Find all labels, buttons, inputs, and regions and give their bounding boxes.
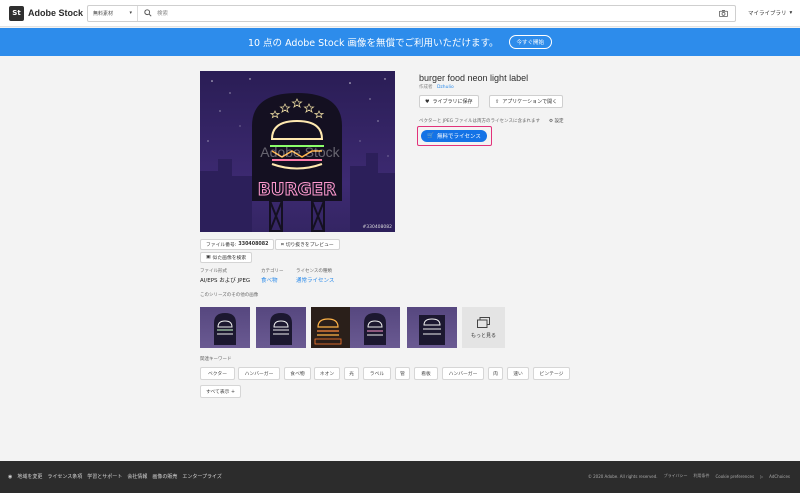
crop-icon: ⌗	[281, 242, 284, 248]
logo-badge: St	[9, 5, 24, 21]
cart-icon: 🛒	[427, 133, 434, 139]
logo-text: Adobe Stock	[28, 8, 84, 18]
search-scope-dropdown[interactable]: 無料素材 ▾	[88, 5, 138, 21]
asset-preview-image[interactable]: BURGER Adobe Stock #330408082	[200, 71, 395, 232]
footer-link[interactable]: ライセンス条項	[47, 473, 82, 480]
watermark: Adobe Stock	[260, 144, 340, 160]
series-thumbnail[interactable]	[350, 307, 400, 348]
footer-link[interactable]: 会社情報	[127, 473, 147, 480]
keyword-tag[interactable]: 肉	[488, 367, 503, 380]
keyword-tag[interactable]: ハンバーガー	[442, 367, 484, 380]
category-label: カテゴリー	[261, 269, 284, 274]
save-to-library-button[interactable]: ♥ ライブラリに保存	[419, 95, 479, 108]
footer-link[interactable]: 画像の販売	[152, 473, 177, 480]
adchoices-link[interactable]: AdChoices	[769, 474, 790, 479]
save-to-library-label: ライブラリに保存	[432, 99, 473, 105]
camera-icon[interactable]	[719, 9, 728, 17]
license-free-button[interactable]: 🛒 無料でライセンス	[421, 130, 487, 142]
series-thumbnail[interactable]	[407, 307, 457, 348]
keyword-tag[interactable]: ビンテージ	[533, 367, 570, 380]
find-similar-button[interactable]: ▣ 似た画像を検索	[200, 252, 253, 263]
see-more-button[interactable]: もっと見る	[462, 307, 505, 348]
keyword-tag[interactable]: ラベル	[363, 367, 391, 380]
series-thumbnail[interactable]	[200, 307, 250, 348]
adchoices-icon: ▷	[760, 473, 764, 479]
search-icon	[144, 9, 152, 17]
gallery-icon	[477, 316, 490, 328]
footer-links: ◉ 地域を変更 ライセンス条項 学習とサポート 会社情報 画像の販売 エンタープ…	[8, 473, 222, 481]
format-label: ファイル形式	[200, 269, 227, 274]
privacy-link[interactable]: プライバシー	[664, 473, 688, 479]
my-library-label: マイライブラリ	[748, 11, 787, 17]
file-number-chip: ファイル番号: 330408082	[200, 239, 275, 250]
keywords-label: 関連キーワード	[200, 357, 232, 362]
series-label: このシリーズのその他の画像	[200, 293, 259, 298]
globe-icon: ◉	[8, 473, 13, 480]
format-value: AI/EPS および JPEG	[200, 278, 251, 284]
burger-sign-text: BURGER	[258, 180, 337, 200]
author-link[interactable]: Dzhulio	[437, 85, 454, 90]
top-bar: St Adobe Stock 無料素材 ▾ 検索 マイライブラリ ▾	[0, 0, 800, 27]
keyword-tag[interactable]: 食べ物	[284, 367, 311, 380]
open-in-app-label: アプリケーションで開く	[502, 99, 558, 105]
see-more-label: もっと見る	[470, 332, 496, 339]
preview-crop-label: 切り抜きをプレビュー	[285, 243, 334, 248]
license-free-label: 無料でライセンス	[436, 134, 481, 140]
footer: ◉ 地域を変更 ライセンス条項 学習とサポート 会社情報 画像の販売 エンタープ…	[0, 461, 800, 493]
show-all-keywords-button[interactable]: すべて表示 +	[200, 385, 241, 398]
terms-link[interactable]: 利用条件	[694, 473, 710, 479]
banner-text: 10 点の Adobe Stock 画像を無償でご利用いただけます。	[247, 38, 499, 49]
asset-title: burger food neon light label	[419, 73, 529, 83]
search-scope-label: 無料素材	[93, 10, 114, 17]
keyword-tag[interactable]: ベクター	[200, 367, 235, 380]
keyword-tag[interactable]: ネオン	[314, 367, 340, 380]
keyword-tag[interactable]: ハンバーガー	[238, 367, 280, 380]
file-number-value: 330408082	[238, 242, 269, 247]
cookie-link[interactable]: Cookie preferences	[716, 474, 755, 479]
search-bar: 無料素材 ▾ 検索	[87, 4, 736, 22]
footer-link[interactable]: エンタープライズ	[182, 473, 222, 480]
settings-label: 設定	[554, 119, 564, 124]
open-app-icon: ⇪	[495, 98, 500, 105]
license-note: ベクターと JPEG ファイルは両方のライセンスに含まれます	[419, 119, 540, 124]
heart-icon: ♥	[425, 98, 430, 105]
footer-legal: © 2020 Adobe. All rights reserved. プライバシ…	[588, 473, 790, 479]
promo-banner: 10 点の Adobe Stock 画像を無償でご利用いただけます。 今すぐ開始	[0, 28, 800, 56]
find-similar-label: 似た画像を検索	[212, 256, 247, 261]
file-id-overlay: #330408082	[362, 225, 392, 230]
settings-link[interactable]: ⚙ 設定	[549, 118, 563, 124]
file-number-label: ファイル番号:	[206, 243, 237, 248]
license-type-label: ライセンスの種類	[296, 269, 332, 274]
footer-link[interactable]: 地域を変更	[17, 473, 42, 480]
keyword-tag[interactable]: 看板	[414, 367, 438, 380]
open-in-app-button[interactable]: ⇪ アプリケーションで開く	[489, 95, 564, 108]
gear-icon: ⚙	[549, 119, 554, 124]
my-library-menu[interactable]: マイライブラリ ▾	[748, 9, 792, 17]
preview-crop-button[interactable]: ⌗ 切り抜きをプレビュー	[275, 239, 340, 250]
keyword-tag[interactable]: 管	[395, 367, 410, 380]
start-now-button[interactable]: 今すぐ開始	[508, 35, 553, 49]
series-thumbnail[interactable]	[256, 307, 306, 348]
search-input[interactable]: 検索	[157, 9, 719, 17]
author-line: 作成者 Dzhulio	[419, 84, 454, 90]
author-label: 作成者	[419, 85, 433, 90]
adobe-stock-logo[interactable]: St Adobe Stock	[9, 5, 87, 21]
chevron-down-icon: ▾	[129, 10, 132, 16]
neon-burger-illustration: BURGER Adobe Stock	[200, 78, 395, 232]
category-link[interactable]: 食べ物	[261, 276, 278, 284]
footer-link[interactable]: 学習とサポート	[87, 473, 122, 480]
image-icon: ▣	[206, 255, 211, 260]
copyright: © 2020 Adobe. All rights reserved.	[587, 473, 658, 479]
keyword-tag[interactable]: 速い	[507, 367, 529, 380]
chevron-down-icon: ▾	[789, 10, 793, 16]
keyword-tag[interactable]: 光	[344, 367, 359, 380]
license-type-link[interactable]: 通常ライセンス	[296, 276, 334, 284]
